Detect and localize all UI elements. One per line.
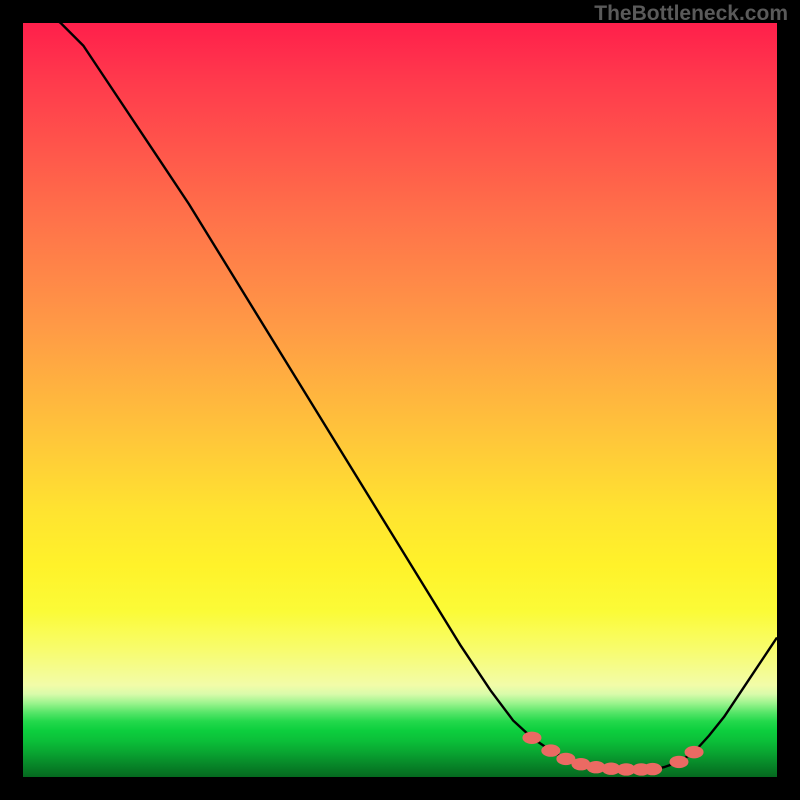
bottleneck-curve-chart	[23, 23, 777, 777]
curve-marker	[643, 763, 662, 775]
curve-marker	[669, 756, 688, 768]
curve-marker	[522, 732, 541, 744]
watermark-text: TheBottleneck.com	[594, 2, 788, 26]
marker-group	[522, 732, 703, 776]
curve-marker	[541, 744, 560, 756]
curve-marker	[685, 746, 704, 758]
curve-line	[23, 23, 777, 769]
